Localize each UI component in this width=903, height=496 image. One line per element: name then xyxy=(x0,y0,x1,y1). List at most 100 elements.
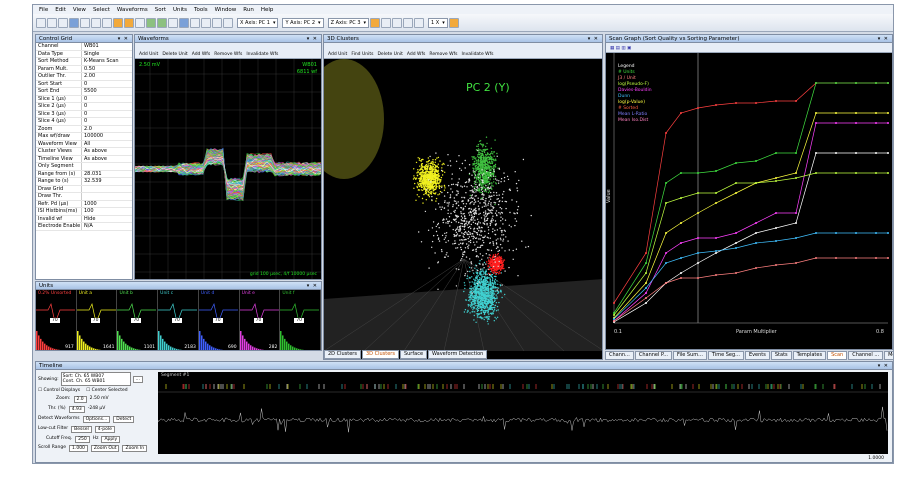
grid-value[interactable]: 5500 xyxy=(82,88,132,95)
grid-value[interactable]: N/A xyxy=(82,223,132,230)
unit-spinner[interactable]: 70 xyxy=(294,318,305,323)
wf-tool-add-wfs[interactable]: Add Wfs xyxy=(192,52,211,58)
detect-button[interactable]: Detect xyxy=(113,416,135,423)
menu-item-run[interactable]: Run xyxy=(243,7,254,13)
cluster-3d-plot[interactable] xyxy=(324,59,603,351)
menu-item-tools[interactable]: Tools xyxy=(194,7,208,13)
open-icon[interactable] xyxy=(36,17,46,28)
tab-5[interactable]: Stats xyxy=(770,351,792,360)
tab-9[interactable]: Messages xyxy=(884,351,893,360)
tab-0[interactable]: Chann... xyxy=(605,351,634,360)
view-icon[interactable] xyxy=(179,17,189,28)
wf-tool-invalidate-wfs[interactable]: Invalidate Wfs xyxy=(246,52,278,58)
grid-value[interactable]: 0.50 xyxy=(82,66,132,73)
tab-waveform-detection[interactable]: Waveform Detection xyxy=(428,350,488,359)
unit-cell[interactable]: Unit b 70 1101 xyxy=(117,290,159,350)
grid-value[interactable]: 28.031 xyxy=(82,171,132,178)
grid-value[interactable]: WB01 xyxy=(82,43,132,50)
zoom-out-button[interactable]: Zoom Out xyxy=(90,445,120,452)
unit-spinner[interactable]: 70 xyxy=(50,318,60,323)
apply-button[interactable]: Apply xyxy=(101,436,121,443)
waveform-plot[interactable] xyxy=(135,59,322,280)
tab-6[interactable]: Templates xyxy=(792,351,827,360)
grid-value[interactable] xyxy=(82,193,132,200)
grid-value[interactable]: Single xyxy=(82,51,132,58)
grid-value[interactable]: 1000 xyxy=(82,201,132,208)
play-icon[interactable] xyxy=(381,17,392,28)
save-icon[interactable] xyxy=(47,17,57,28)
grid-value[interactable]: Hide xyxy=(82,216,132,223)
menu-item-window[interactable]: Window xyxy=(215,7,237,13)
unit-spinner[interactable]: 70 xyxy=(90,318,101,323)
wf-tool-remove-wfs[interactable]: Remove Wfs xyxy=(214,52,242,58)
cl-tool-delete-unit[interactable]: Delete Unit xyxy=(377,52,402,58)
lowcut-select[interactable]: Bessel xyxy=(71,426,92,433)
paste-icon[interactable] xyxy=(80,17,90,28)
grid-value[interactable]: 2.00 xyxy=(82,73,132,80)
unit-cell[interactable]: Unit a 70 1641 xyxy=(76,290,118,350)
stop-icon[interactable] xyxy=(392,17,403,28)
options-button[interactable]: Options... xyxy=(82,416,111,423)
unit-spinner[interactable]: 70 xyxy=(131,318,142,323)
tab-8[interactable]: Channel ... xyxy=(848,351,884,360)
scan-plot[interactable]: Legend# UnitsJ3 / Unitlog(Pseudo-F)Davie… xyxy=(606,53,893,350)
tab-2d-clusters[interactable]: 2D Clusters xyxy=(324,350,361,359)
unit-cell[interactable]: Unit d 70 690 xyxy=(198,290,240,350)
grid-value[interactable] xyxy=(82,186,132,193)
unit-cell[interactable]: 0.2% Unsorted 70 917 xyxy=(36,290,77,350)
menu-item-help[interactable]: Help xyxy=(261,7,274,13)
menu-item-sort[interactable]: Sort xyxy=(155,7,166,13)
cl-tool-remove-wfs[interactable]: Remove Wfs xyxy=(429,52,457,58)
zoom-select[interactable]: 1 X ▾ xyxy=(428,17,448,28)
grid-value[interactable]: 0 xyxy=(82,81,132,88)
unit-spinner[interactable]: 70 xyxy=(212,318,223,323)
tab-7[interactable]: Scan xyxy=(827,351,848,360)
wf-tool-delete-unit[interactable]: Delete Unit xyxy=(162,52,187,58)
pane-controls[interactable]: ▾ ✕ xyxy=(878,36,892,42)
unit-icon[interactable] xyxy=(146,17,156,28)
center-selected-checkbox[interactable]: ☐ Center Selected xyxy=(86,388,128,393)
grid-value[interactable]: 100 xyxy=(82,208,132,215)
grid-value[interactable] xyxy=(82,163,132,170)
control-displays-checkbox[interactable]: ☐ Control Displays xyxy=(38,388,80,393)
timeline-trace[interactable]: Segment #1 xyxy=(157,372,888,454)
redo-icon[interactable] xyxy=(102,17,112,28)
cl-tool-invalidate-wfs[interactable]: Invalidate Wfs xyxy=(461,52,493,58)
grid-value[interactable]: All xyxy=(82,141,132,148)
rotate-icon[interactable] xyxy=(190,17,200,28)
pane-controls[interactable]: ▾ ✕ xyxy=(588,36,602,42)
cutoff-input[interactable]: 250 xyxy=(75,436,90,443)
menu-item-select[interactable]: Select xyxy=(93,7,110,13)
copy-icon[interactable] xyxy=(69,17,79,28)
scan-tool-icons[interactable]: ▦ ▤ ▥ ▣ xyxy=(610,46,631,52)
grid-value[interactable]: As above xyxy=(82,156,132,163)
unit-cell[interactable]: Unit e 70 282 xyxy=(239,290,281,350)
chart-icon[interactable] xyxy=(168,17,178,28)
undo-icon[interactable] xyxy=(91,17,101,28)
z-axis-select[interactable]: Z Axis: PC 3 ▾ xyxy=(327,17,370,28)
menu-item-units[interactable]: Units xyxy=(173,7,187,13)
grid-value[interactable]: 0 xyxy=(82,96,132,103)
tab-surface[interactable]: Surface xyxy=(399,350,428,359)
wf-tool-add-unit[interactable]: Add Unit xyxy=(139,52,158,58)
rewind-icon[interactable] xyxy=(403,17,414,28)
pane-controls[interactable]: ▾ ✕ xyxy=(307,36,321,42)
menu-item-file[interactable]: File xyxy=(39,7,48,13)
pane-controls[interactable]: ▾ ✕ xyxy=(307,283,321,289)
color-icon[interactable] xyxy=(370,17,381,28)
grid-value[interactable]: 0 xyxy=(82,118,132,125)
grid-value[interactable]: As above xyxy=(82,148,132,155)
menu-item-edit[interactable]: Edit xyxy=(55,7,66,13)
tab-3d-clusters[interactable]: 3D Clusters xyxy=(361,350,399,359)
scroll-input[interactable]: 1.000 xyxy=(69,445,88,452)
pane-controls[interactable]: ▾ ✕ xyxy=(118,36,132,42)
tab-4[interactable]: Events xyxy=(744,351,770,360)
cl-tool-add-wfs[interactable]: Add Wfs xyxy=(407,52,426,58)
cl-tool-add-unit[interactable]: Add Unit xyxy=(328,52,347,58)
unit-spinner[interactable]: 70 xyxy=(253,318,264,323)
cl-tool-find-units[interactable]: Find Units xyxy=(351,52,373,58)
thr-input[interactable]: 4.93 xyxy=(68,406,85,413)
tab-2[interactable]: File Sum... xyxy=(672,351,707,360)
grid-value[interactable]: 32.539 xyxy=(82,178,132,185)
sort-icon[interactable] xyxy=(113,17,123,28)
